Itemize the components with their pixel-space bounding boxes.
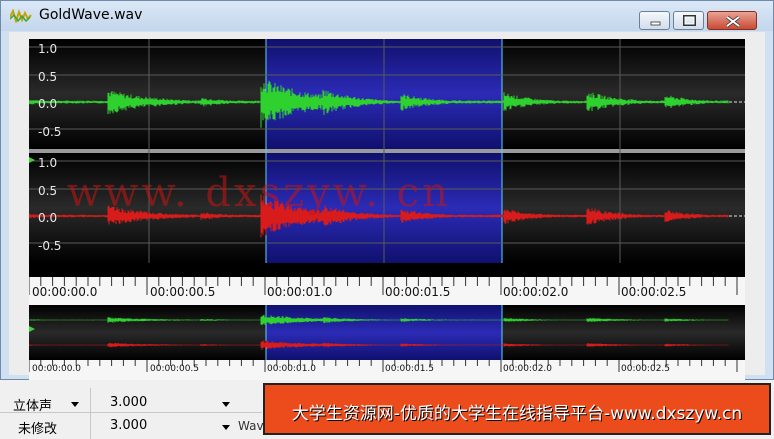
bottom-amp-label-2: 0.5 (38, 184, 58, 198)
close-icon (725, 15, 741, 28)
banner-text: 大学生资源网-优质的大学生在线指导平台-www.dxszyw.cn (291, 404, 743, 424)
goldwave-window: GoldWave.wav 1.0 0.5 0.0 -0.5 1.0 0.5 0.… (0, 0, 774, 383)
status-divider-1 (0, 412, 262, 413)
maximize-icon (683, 15, 696, 26)
ov-time-label-2: 00:00:01.0 (267, 364, 317, 374)
ov-time-label-3: 00:00:01.5 (385, 364, 435, 374)
waveform-canvas (29, 39, 745, 310)
channels-dropdown-icon[interactable] (71, 402, 79, 407)
ov-time-label-4: 00:00:02.0 (503, 364, 553, 374)
time-label-4: 00:00:02.0 (503, 285, 569, 299)
ov-time-label-1: 00:00:00.5 (150, 364, 200, 374)
top-amp-label-1: 1.0 (38, 42, 58, 56)
time-label-2: 00:00:01.0 (267, 285, 333, 299)
goldwave-app-icon (10, 9, 32, 23)
ov-time-label-5: 00:00:02.5 (621, 364, 671, 374)
top-amp-label-4: -0.5 (38, 125, 62, 139)
client-area: 1.0 0.5 0.0 -0.5 1.0 0.5 0.0 -0.5 00:00:… (9, 32, 765, 383)
overview-selection (266, 305, 502, 360)
format-label: Wav (238, 419, 264, 433)
channel-divider (29, 149, 745, 153)
bottom-amp-label-3: 0.0 (38, 211, 58, 225)
length-value-1[interactable]: 3.000 (110, 395, 147, 410)
promo-banner[interactable]: 大学生资源网-优质的大学生在线指导平台-www.dxszyw.cn (263, 383, 771, 435)
maximize-button[interactable] (673, 11, 704, 30)
time-label-5: 00:00:02.5 (621, 285, 687, 299)
window-title: GoldWave.wav (39, 7, 143, 23)
top-amp-label-3: 0.0 (38, 97, 58, 111)
waveform-display[interactable]: 1.0 0.5 0.0 -0.5 1.0 0.5 0.0 -0.5 00:00:… (29, 39, 745, 310)
time-label-1: 00:00:00.5 (150, 285, 216, 299)
status-divider-2 (90, 388, 91, 439)
ov-time-label-0: 00:00:00.0 (32, 364, 82, 374)
overview-display[interactable]: 00:00:00.0 00:00:00.5 00:00:01.0 00:00:0… (29, 305, 745, 383)
length-dropdown-icon-2[interactable] (222, 425, 230, 430)
bottom-amp-label-1: 1.0 (38, 156, 58, 170)
length-value-2[interactable]: 3.000 (110, 418, 147, 433)
time-label-0: 00:00:00.0 (32, 285, 98, 299)
close-button[interactable] (707, 11, 757, 30)
top-amp-label-2: 0.5 (38, 70, 58, 84)
length-dropdown-icon-1[interactable] (222, 402, 230, 407)
minimize-icon (650, 21, 661, 26)
title-bar[interactable]: GoldWave.wav (1, 1, 773, 31)
modified-label: 未修改 (18, 422, 58, 437)
time-label-3: 00:00:01.5 (385, 285, 451, 299)
minimize-button[interactable] (639, 11, 670, 30)
bottom-amp-label-4: -0.5 (38, 239, 62, 253)
